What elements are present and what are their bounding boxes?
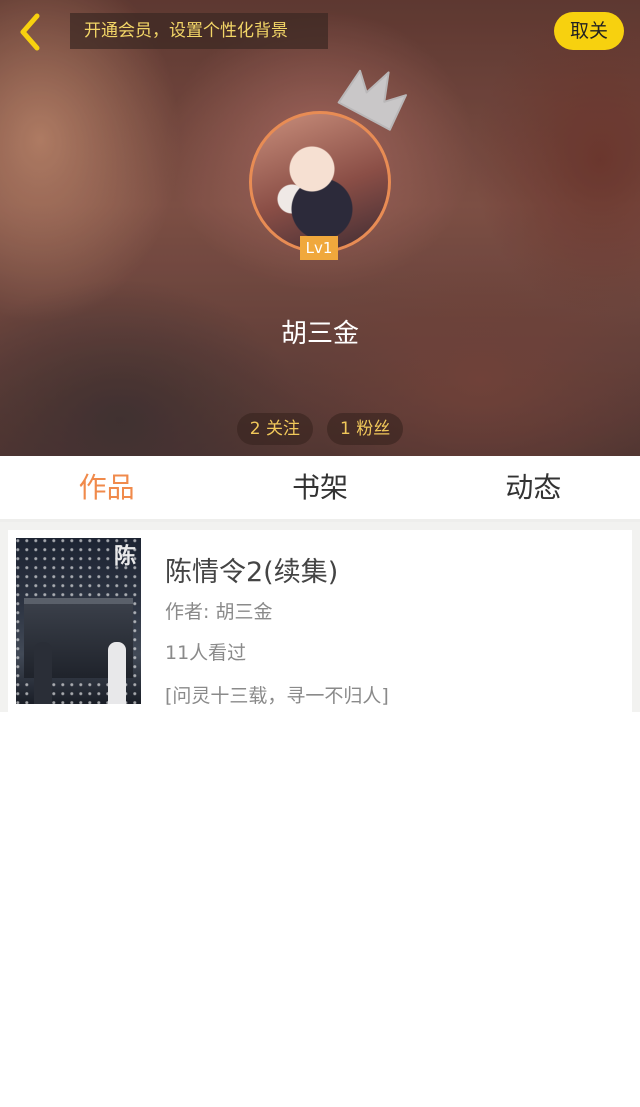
book-cover[interactable]: 陈 <box>16 538 141 704</box>
unfollow-button[interactable]: 取关 <box>554 12 624 50</box>
book-author: 作者: 胡三金 <box>165 601 273 623</box>
stats-row: 2 关注 1 粉丝 <box>0 413 640 445</box>
tab-bookshelf[interactable]: 书架 <box>213 456 426 519</box>
tab-works[interactable]: 作品 <box>0 456 213 519</box>
avatar[interactable] <box>249 111 391 253</box>
cover-title-art: 陈 <box>110 544 135 566</box>
username: 胡三金 <box>280 319 359 349</box>
chevron-left-icon <box>20 13 40 51</box>
tab-activity[interactable]: 动态 <box>427 456 640 519</box>
profile-header: 开通会员，设置个性化背景 取关 Lv1 胡三金 2 关注 1 粉丝 <box>0 0 640 456</box>
back-button[interactable] <box>10 10 50 54</box>
book-title[interactable]: 陈情令2(续集) <box>165 550 389 589</box>
book-description: [问灵十三载，寻一不归人] <box>165 685 389 707</box>
cover-figure-light <box>108 642 126 704</box>
following-count[interactable]: 2 关注 <box>236 413 313 445</box>
cover-figure-dark <box>34 642 52 704</box>
works-list: 陈 陈情令2(续集) 作者: 胡三金 11人看过 [问灵十三载，寻一不归人] <box>0 522 640 712</box>
followers-count[interactable]: 1 粉丝 <box>327 413 404 445</box>
list-item[interactable]: 陈 陈情令2(续集) 作者: 胡三金 11人看过 [问灵十三载，寻一不归人] <box>8 530 632 712</box>
avatar-container: Lv1 <box>249 69 407 260</box>
level-badge: Lv1 <box>300 236 338 260</box>
book-info: 陈情令2(续集) 作者: 胡三金 11人看过 [问灵十三载，寻一不归人] <box>141 538 389 712</box>
book-view-count: 11人看过 <box>165 642 247 664</box>
vip-promo-banner[interactable]: 开通会员，设置个性化背景 <box>70 13 328 49</box>
tab-bar: 作品 书架 动态 <box>0 456 640 522</box>
